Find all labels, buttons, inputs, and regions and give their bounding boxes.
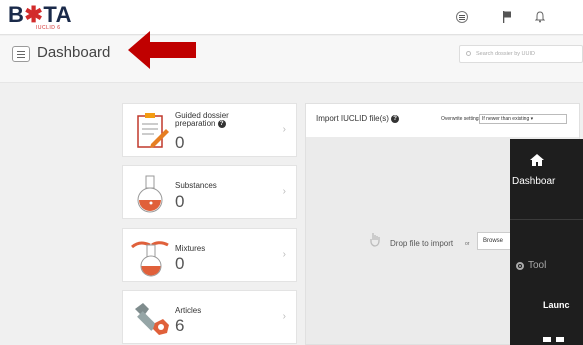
bta-logo[interactable]: B✱TA — [8, 4, 72, 26]
chevron-right-icon: › — [282, 186, 286, 197]
divider — [510, 219, 583, 220]
card-count: 6 — [175, 316, 185, 335]
card-label: Articles — [175, 306, 202, 315]
help-icon[interactable]: ? — [217, 120, 226, 128]
mixture-flask-icon — [131, 241, 169, 277]
red-arrow-annotation — [128, 31, 196, 69]
apps-menu-icon[interactable] — [452, 8, 472, 26]
chevron-right-icon: › — [282, 124, 286, 135]
card-label: Substances — [175, 181, 217, 190]
side-menu-launch[interactable]: Launc — [543, 300, 570, 310]
or-text: or — [465, 241, 470, 247]
side-menu-fragment — [543, 337, 551, 342]
page-title: Dashboard — [37, 44, 111, 61]
overwrite-settings-select[interactable]: If newer than existing ▾ — [479, 114, 567, 124]
card-count: 0 — [175, 254, 185, 273]
card-guided-dossier[interactable]: Guided dossier preparation ? 0 › — [122, 103, 297, 157]
top-bar: B✱TA IUCLID 6 — [0, 0, 583, 35]
gear-icon — [516, 262, 524, 270]
search-dossier-input[interactable]: Search dossier by UUID — [459, 45, 583, 63]
card-label: Guided dossier preparation ? — [175, 111, 229, 129]
side-menu-fragment — [556, 337, 564, 342]
card-count: 0 — [175, 192, 185, 211]
flask-icon — [137, 175, 163, 213]
side-menu-panel — [510, 139, 583, 345]
import-title: Import IUCLID file(s) ? — [316, 114, 400, 123]
flag-icon[interactable] — [497, 8, 517, 26]
home-icon[interactable] — [530, 153, 544, 167]
search-icon — [466, 51, 471, 56]
card-substances[interactable]: Substances 0 › — [122, 165, 297, 219]
help-icon[interactable]: ? — [391, 114, 400, 123]
bolt-nut-icon — [135, 303, 169, 335]
chevron-right-icon: › — [282, 249, 286, 260]
drop-hand-icon — [370, 233, 380, 247]
card-count: 0 — [175, 133, 185, 152]
clipboard-pencil-icon — [137, 113, 169, 148]
side-menu-dashboard[interactable]: Dashboar — [512, 176, 555, 187]
side-menu-tools[interactable]: Tool — [528, 260, 546, 271]
chevron-right-icon: › — [282, 311, 286, 322]
bell-icon[interactable] — [530, 8, 550, 26]
card-label: Mixtures — [175, 244, 206, 253]
card-articles[interactable]: Articles 6 › — [122, 290, 297, 344]
card-mixtures[interactable]: Mixtures 0 › — [122, 228, 297, 282]
hamburger-menu-icon[interactable] — [12, 46, 30, 62]
overwrite-settings-label: Overwrite settings — [441, 116, 482, 122]
iuclid-logo-sub: IUCLID 6 — [36, 25, 61, 31]
drop-file-text: Drop file to import — [390, 239, 454, 248]
